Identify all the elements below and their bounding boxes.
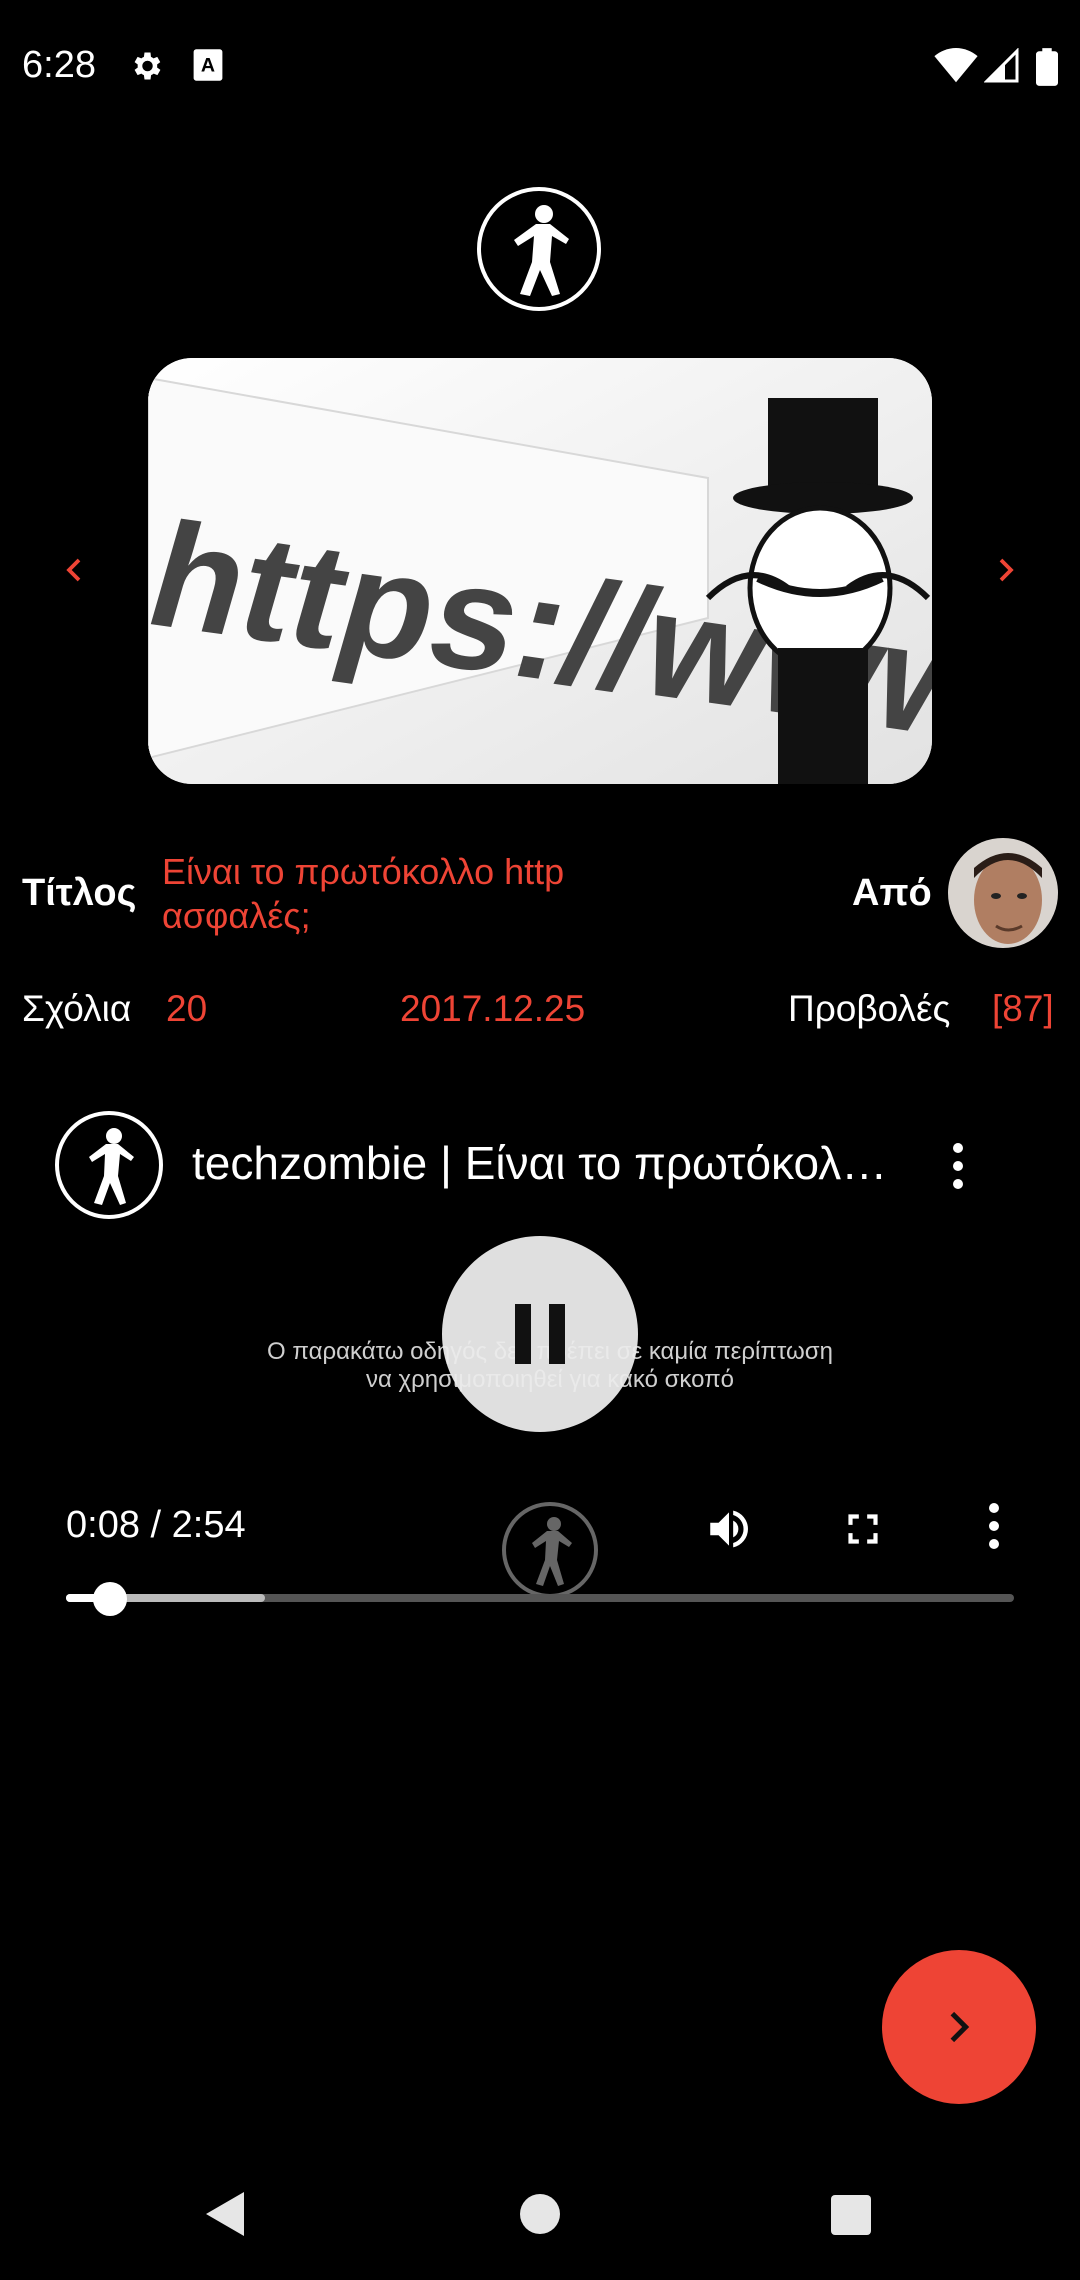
player-more-button[interactable] [964, 1496, 1024, 1556]
seek-thumb[interactable] [92, 1582, 127, 1616]
carousel-prev-button[interactable] [44, 540, 104, 600]
home-icon[interactable] [518, 2192, 562, 2236]
chevron-right-icon [950, 2011, 970, 2043]
comments-count: 20 [166, 988, 208, 1029]
time-display: 0:08 / 2:54 [66, 1504, 246, 1546]
carousel-image[interactable]: https://www. [148, 358, 932, 784]
next-fab-button[interactable] [882, 1950, 1036, 2104]
watermark-logo-icon [502, 1502, 598, 1598]
views-label: Προβολές [788, 988, 951, 1029]
signal-icon [984, 48, 1019, 83]
pause-button[interactable] [442, 1236, 638, 1432]
zombie-logo-icon [477, 187, 601, 311]
navigation-bar [0, 2148, 1080, 2280]
back-icon[interactable] [204, 2190, 246, 2238]
title-label: Τίτλος [22, 872, 137, 914]
video-title[interactable]: techzombie | Είναι το πρωτόκολλο http ασ… [192, 1136, 892, 1190]
gear-icon [134, 52, 161, 80]
title-value: Είναι το πρωτόκολλο http ασφαλές; [162, 851, 565, 936]
post-date: 2017.12.25 [400, 988, 586, 1029]
video-menu-button[interactable] [928, 1136, 988, 1196]
carousel-next-button[interactable] [976, 540, 1036, 600]
fullscreen-icon[interactable] [838, 1504, 888, 1554]
pause-icon [515, 1304, 531, 1364]
svg-text:A: A [201, 55, 215, 77]
wifi-icon [934, 48, 978, 83]
chevron-right-icon [999, 558, 1014, 582]
battery-icon [1036, 48, 1058, 86]
comments-label: Σχόλια [22, 988, 132, 1029]
views-count: [87] [992, 988, 1054, 1029]
status-time: 6:28 [22, 44, 96, 86]
recents-icon[interactable] [830, 2194, 872, 2236]
volume-icon[interactable] [704, 1504, 754, 1554]
status-bar: 6:28 A [0, 0, 1080, 132]
channel-logo-icon[interactable] [54, 1110, 164, 1220]
keyboard-a-icon: A [193, 49, 223, 81]
avatar[interactable] [948, 838, 1058, 948]
author-label: Από [852, 872, 932, 914]
chevron-left-icon [66, 558, 81, 582]
